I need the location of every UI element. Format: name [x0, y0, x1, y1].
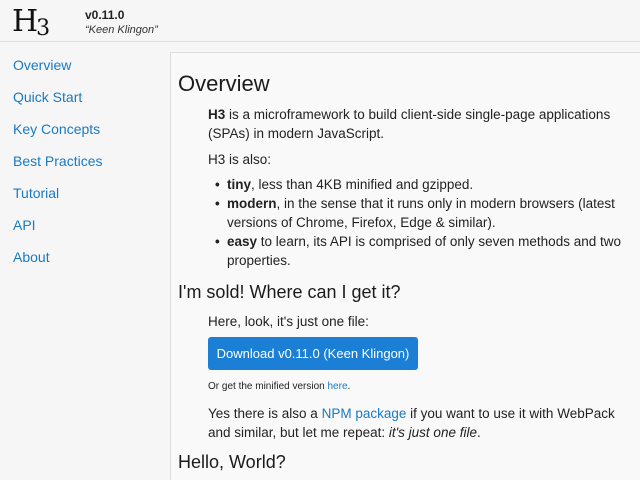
sidebar-item-tutorial[interactable]: Tutorial — [13, 185, 59, 201]
bullet-text: , less than 4KB minified and gzipped. — [251, 177, 474, 192]
sidebar-item-overview[interactable]: Overview — [13, 57, 71, 73]
bullet-strong: tiny — [227, 177, 252, 192]
sidebar-nav: Overview Quick Start Key Concepts Best P… — [0, 43, 168, 480]
list-item: tiny, less than 4KB minified and gzipped… — [215, 175, 625, 194]
header: H3 v0.11.0 “Keen Klingon” — [0, 0, 640, 42]
sidebar-item-about[interactable]: About — [13, 249, 50, 265]
intro-text: is a microframework to build client-side… — [208, 107, 611, 141]
h3-logo[interactable]: H3 — [12, 4, 56, 41]
npm-suffix: . — [476, 425, 481, 440]
page-title: Overview — [178, 71, 270, 96]
also-paragraph: H3 is also: — [208, 152, 272, 167]
main-content: Overview H3 is a microframework to build… — [170, 52, 640, 480]
npm-package-link[interactable]: NPM package — [322, 406, 407, 421]
minified-note: Or get the minified version here. — [208, 381, 350, 392]
sidebar-item-api[interactable]: API — [13, 217, 36, 233]
npm-paragraph: Yes there is also a NPM package if you w… — [208, 404, 628, 442]
version-label: v0.11.0 — [85, 8, 125, 22]
bullet-text: , in the sense that it runs only in mode… — [227, 196, 615, 230]
bullet-text: to learn, its API is comprised of only s… — [227, 234, 621, 268]
minified-link[interactable]: here — [328, 381, 348, 392]
npm-emphasis: it's just one file — [388, 425, 477, 440]
release-codename: “Keen Klingon” — [85, 24, 158, 36]
minified-prefix: Or get the minified version — [208, 381, 328, 392]
list-item: modern, in the sense that it runs only i… — [215, 194, 625, 232]
one-file-text: Here, look, it's just one file: — [208, 314, 369, 329]
section-heading-hello-world: Hello, World? — [178, 452, 286, 472]
download-button[interactable]: Download v0.11.0 (Keen Klingon) — [208, 337, 418, 370]
list-item: easy to learn, its API is comprised of o… — [215, 232, 625, 270]
minified-suffix: . — [347, 381, 351, 392]
bullet-strong: modern — [227, 196, 277, 211]
h3-strong: H3 — [208, 107, 226, 122]
intro-paragraph: H3 is a microframework to build client-s… — [208, 105, 628, 143]
sidebar-item-key-concepts[interactable]: Key Concepts — [13, 121, 100, 137]
npm-prefix: Yes there is also a — [208, 406, 322, 421]
section-heading-get-it: I'm sold! Where can I get it? — [178, 282, 401, 302]
sidebar-item-quick-start[interactable]: Quick Start — [13, 89, 82, 105]
bullet-strong: easy — [227, 234, 258, 249]
sidebar-item-best-practices[interactable]: Best Practices — [13, 153, 102, 169]
